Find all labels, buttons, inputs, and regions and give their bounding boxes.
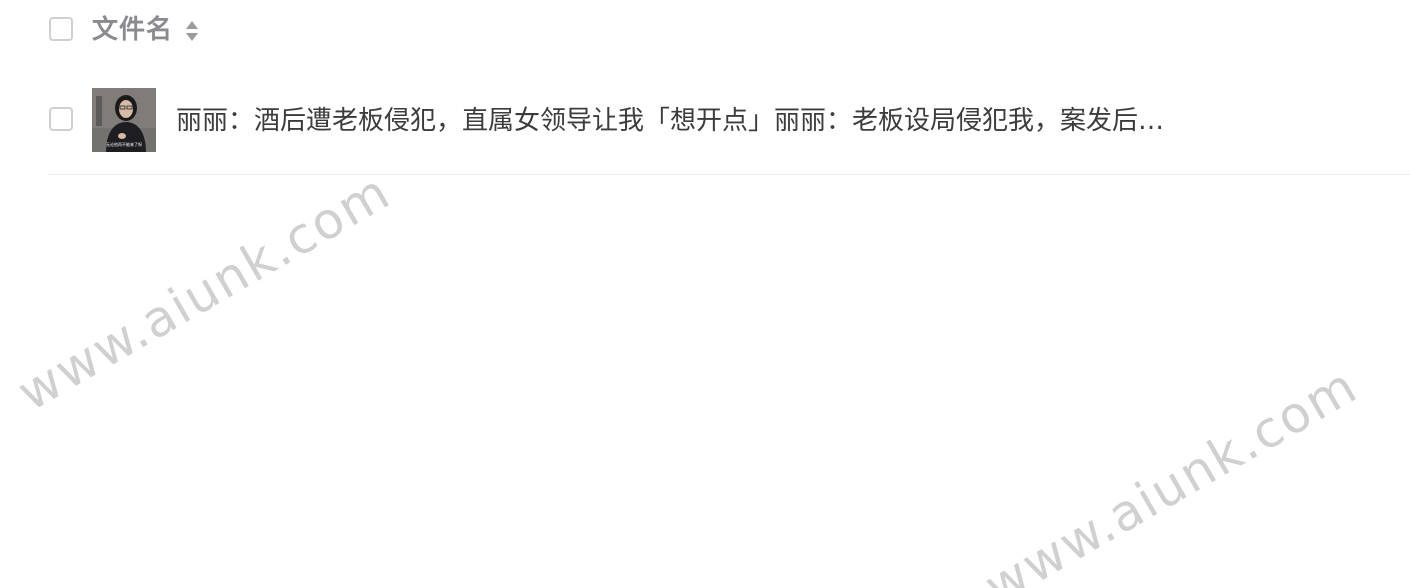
thumbnail-caption: 无论他再不能来了呀	[106, 141, 142, 147]
sort-icon[interactable]	[185, 20, 199, 42]
watermark: www.aiunk.com	[8, 162, 401, 423]
file-list-page: 文件名 无论他再不能来了呀 丽丽：酒后遭老板侵犯，直属女领导让我「想开点」丽丽：…	[0, 0, 1410, 588]
watermark: www.aiunk.com	[975, 356, 1368, 588]
file-name-link[interactable]: 丽丽：酒后遭老板侵犯，直属女领导让我「想开点」丽丽：老板设局侵犯我，案发后…	[176, 102, 1256, 140]
file-thumbnail[interactable]: 无论他再不能来了呀	[92, 88, 156, 152]
row-checkbox[interactable]	[49, 107, 73, 131]
select-all-checkbox[interactable]	[49, 17, 73, 41]
column-header-filename[interactable]: 文件名	[92, 13, 173, 47]
row-divider	[48, 174, 1410, 175]
